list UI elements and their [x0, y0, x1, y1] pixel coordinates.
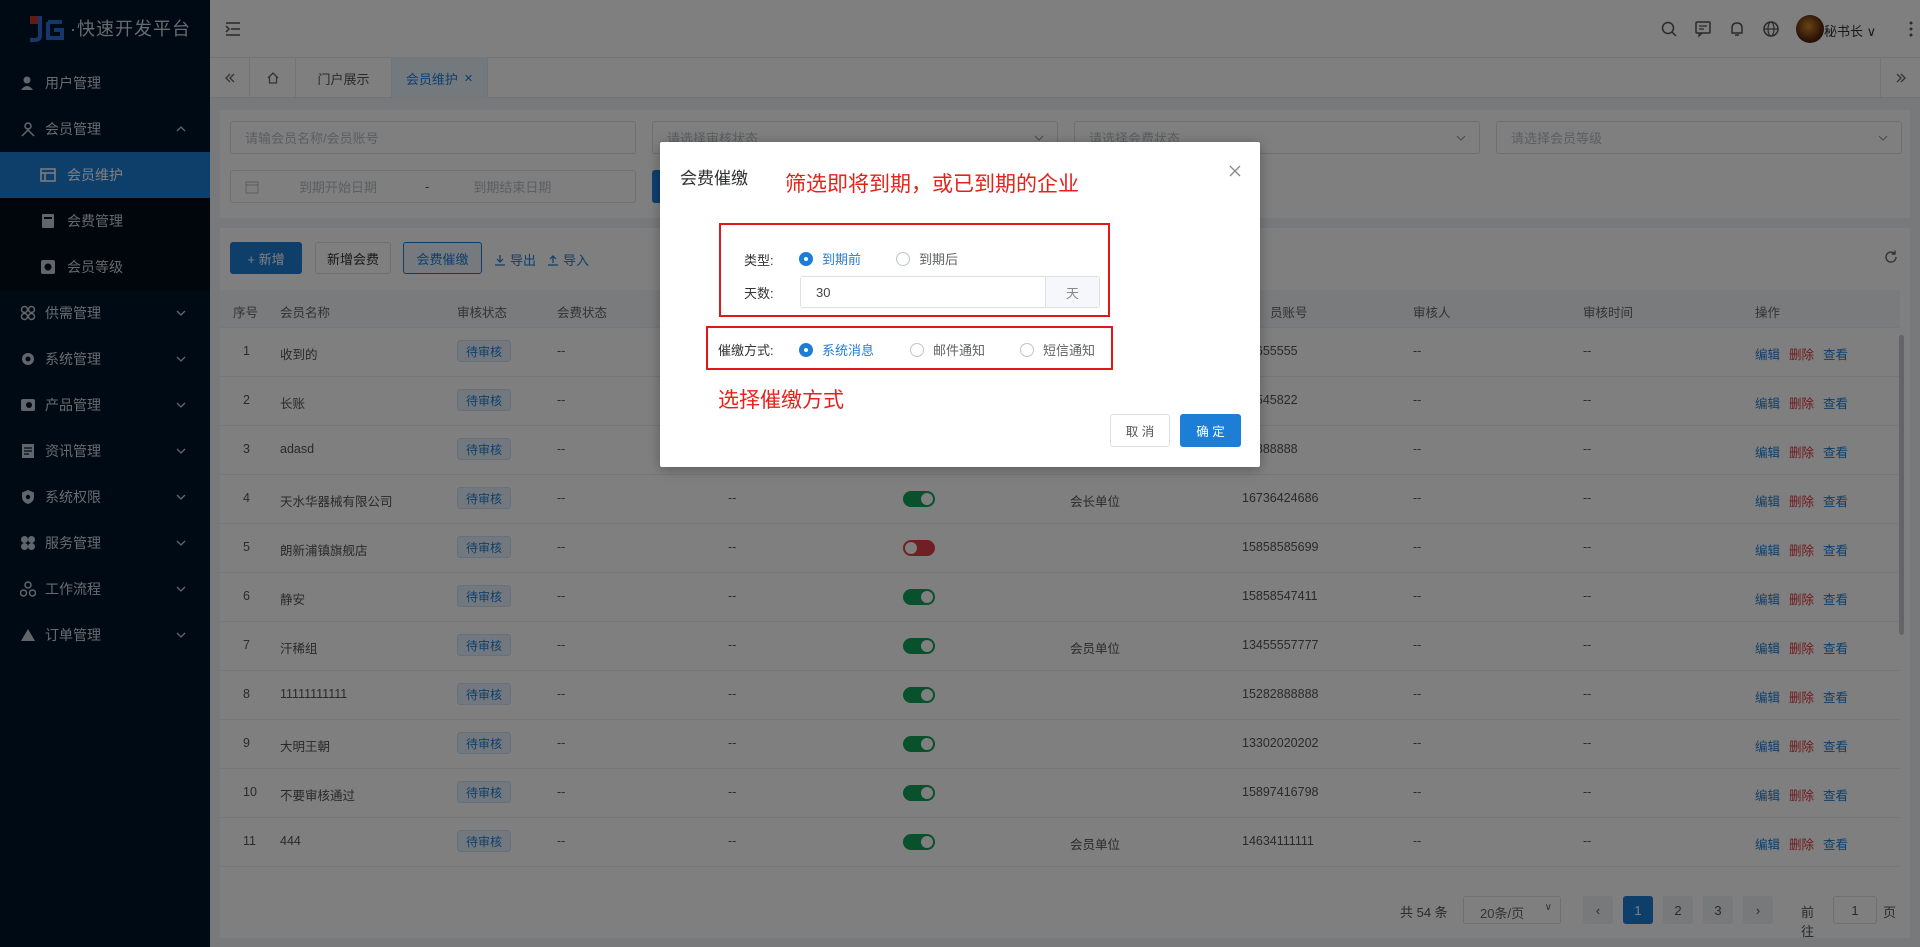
radio-sms[interactable]: 短信通知 [1020, 340, 1095, 359]
annotation-bottom: 选择催缴方式 [718, 389, 844, 412]
radio-after-expire[interactable]: 到期后 [896, 249, 958, 268]
fee-remind-dialog: 会费催缴 筛选即将到期，或已到期的企业 类型: 到期前 到期后 天数: 30 天… [660, 142, 1260, 467]
days-label: 天数: [744, 286, 774, 301]
days-input[interactable]: 30 天 [800, 276, 1100, 308]
cancel-button[interactable]: 取 消 [1110, 414, 1170, 447]
annotation-top: 筛选即将到期，或已到期的企业 [785, 173, 1079, 196]
type-label: 类型: [744, 253, 774, 268]
days-value: 30 [816, 285, 831, 300]
dialog-title: 会费催缴 [680, 169, 748, 188]
confirm-button[interactable]: 确 定 [1180, 414, 1241, 447]
radio-before-expire[interactable]: 到期前 [799, 249, 861, 268]
radio-email[interactable]: 邮件通知 [910, 340, 985, 359]
method-label: 催缴方式: [718, 343, 774, 358]
days-unit: 天 [1045, 277, 1099, 307]
close-icon[interactable] [1228, 164, 1242, 178]
radio-system-message[interactable]: 系统消息 [799, 340, 874, 359]
